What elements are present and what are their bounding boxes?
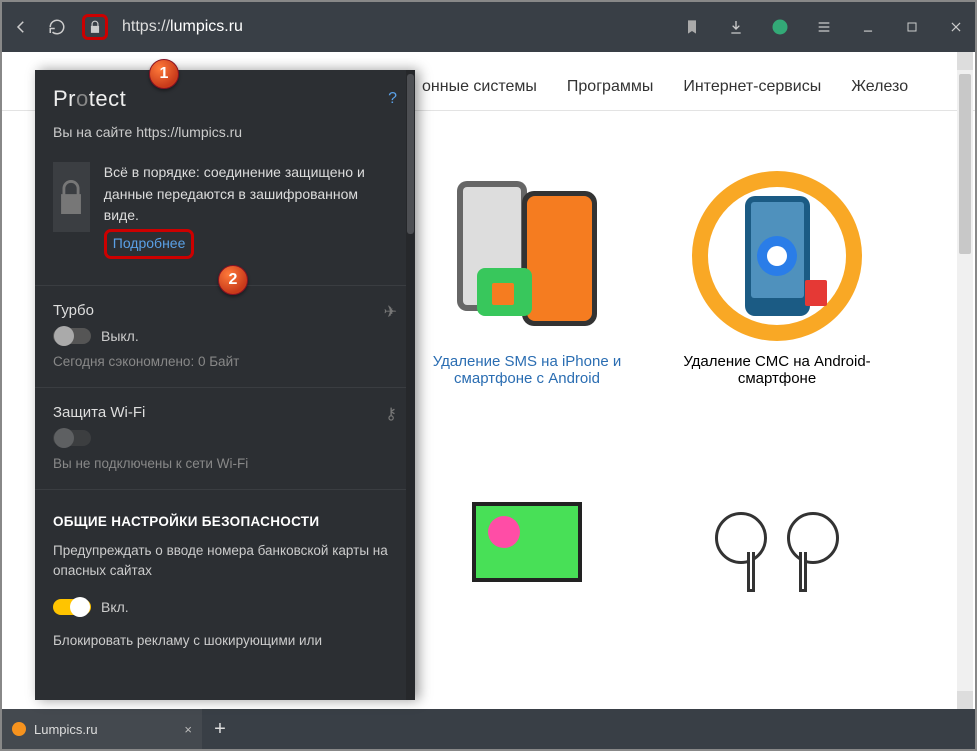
maximize-icon[interactable]: [901, 16, 923, 38]
turbo-saved: Сегодня сэкономлено: 0 Байт: [35, 350, 415, 381]
nav-programs[interactable]: Программы: [567, 78, 653, 96]
security-settings-header: ОБЩИЕ НАСТРОЙКИ БЕЗОПАСНОСТИ: [35, 496, 415, 537]
article-card-4[interactable]: [682, 457, 872, 639]
annotation-marker-1: 1: [149, 59, 179, 89]
rocket-icon: ✈: [384, 302, 397, 322]
wifi-icon: ⚷: [385, 404, 397, 424]
help-icon[interactable]: ?: [388, 90, 397, 108]
card-warn-toggle[interactable]: [53, 599, 91, 615]
minimize-icon[interactable]: [857, 16, 879, 38]
page-scrollbar[interactable]: [957, 52, 973, 709]
nav-os[interactable]: онные системы: [422, 78, 537, 96]
site-info-line: Вы на сайте https://lumpics.ru: [35, 122, 415, 154]
address-bar[interactable]: https://lumpics.ru: [122, 18, 667, 36]
reload-icon[interactable]: [46, 16, 68, 38]
more-link[interactable]: Подробнее: [104, 229, 195, 259]
nav-internet[interactable]: Интернет-сервисы: [683, 78, 821, 96]
article-thumb: [442, 171, 612, 341]
wifi-toggle: [53, 430, 91, 446]
card-warn-text: Предупреждать о вводе номера банковской …: [35, 537, 415, 594]
article-card-android-sms[interactable]: Удаление СМС на Android-смартфоне: [682, 171, 872, 387]
wifi-label: Защита Wi-Fi: [53, 404, 145, 421]
article-thumb: [442, 457, 612, 627]
download-icon[interactable]: [725, 16, 747, 38]
back-icon[interactable]: [10, 16, 32, 38]
turbo-state: Выкл.: [101, 328, 139, 344]
nav-hardware[interactable]: Железо: [851, 78, 908, 96]
protect-title: Protect: [53, 86, 126, 112]
close-icon[interactable]: [945, 16, 967, 38]
turbo-label: Турбо: [53, 302, 94, 319]
browser-tab[interactable]: Lumpics.ru ×: [2, 709, 202, 749]
tab-title: Lumpics.ru: [34, 722, 98, 737]
protect-panel: Protect ? Вы на сайте https://lumpics.ru…: [35, 70, 415, 700]
new-tab-button[interactable]: +: [202, 709, 238, 749]
turbo-toggle[interactable]: [53, 328, 91, 344]
annotation-marker-2: 2: [218, 265, 248, 295]
lock-block-icon: [53, 162, 90, 232]
article-card-3[interactable]: [432, 457, 622, 639]
panel-scrollbar[interactable]: [406, 70, 415, 700]
article-thumb: [692, 171, 862, 341]
tab-bar: Lumpics.ru × +: [2, 709, 975, 749]
bookmark-icon[interactable]: [681, 16, 703, 38]
menu-icon[interactable]: [813, 16, 835, 38]
profile-avatar[interactable]: [769, 16, 791, 38]
article-title: Удаление SMS на iPhone и смартфоне с And…: [432, 353, 622, 387]
article-thumb: [692, 457, 862, 627]
article-card-iphone-sms[interactable]: Удаление SMS на iPhone и смартфоне с And…: [432, 171, 622, 387]
secure-message: Всё в порядке: соединение защищено и дан…: [104, 162, 397, 259]
tab-close-icon[interactable]: ×: [184, 722, 192, 737]
favicon: [12, 722, 26, 736]
wifi-msg: Вы не подключены к сети Wi-Fi: [35, 452, 415, 483]
card-warn-state: Вкл.: [101, 599, 129, 615]
article-title: Удаление СМС на Android-смартфоне: [682, 353, 872, 387]
ad-block-text: Блокировать рекламу с шокирующими или: [35, 629, 415, 660]
lock-icon[interactable]: [82, 14, 108, 40]
browser-toolbar: https://lumpics.ru: [2, 2, 975, 52]
